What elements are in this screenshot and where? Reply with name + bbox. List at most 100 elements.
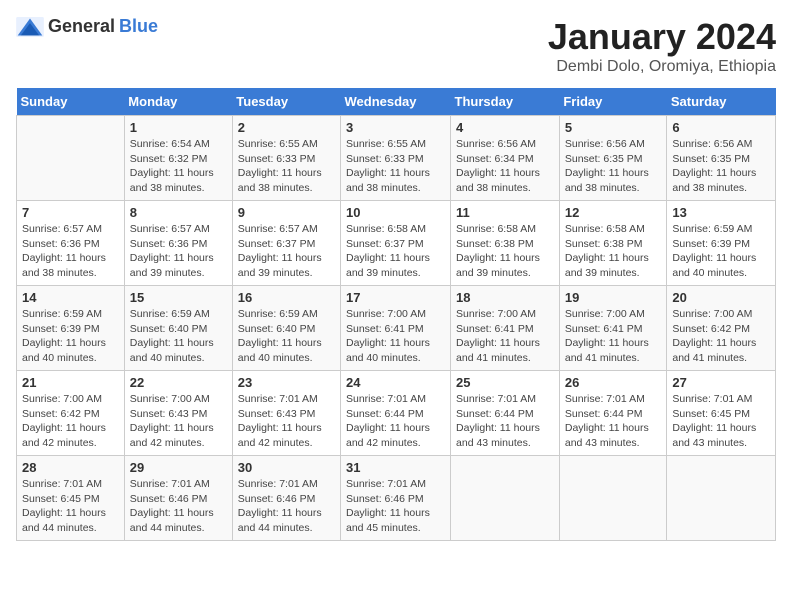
logo-icon — [16, 17, 44, 37]
day-info: Sunrise: 6:57 AM Sunset: 6:37 PM Dayligh… — [238, 222, 335, 281]
day-info: Sunrise: 7:01 AM Sunset: 6:44 PM Dayligh… — [456, 392, 554, 451]
day-number: 24 — [346, 375, 445, 390]
day-number: 15 — [130, 290, 227, 305]
day-number: 27 — [672, 375, 770, 390]
logo-general: General — [48, 16, 115, 37]
day-info: Sunrise: 7:01 AM Sunset: 6:43 PM Dayligh… — [238, 392, 335, 451]
day-info: Sunrise: 7:01 AM Sunset: 6:46 PM Dayligh… — [346, 477, 445, 536]
calendar-cell: 19Sunrise: 7:00 AM Sunset: 6:41 PM Dayli… — [559, 286, 667, 371]
day-info: Sunrise: 7:01 AM Sunset: 6:46 PM Dayligh… — [238, 477, 335, 536]
day-number: 29 — [130, 460, 227, 475]
logo: General Blue — [16, 16, 158, 37]
day-number: 18 — [456, 290, 554, 305]
calendar-week-row: 21 Sunrise: 7:00 AM Sunset: 6:42 PM Dayli… — [17, 371, 776, 456]
calendar-title: January 2024 — [548, 16, 776, 58]
day-info: Sunrise: 6:59 AM Sunset: 6:40 PM Dayligh… — [238, 307, 335, 366]
calendar-cell: 18 Sunrise: 7:00 AM Sunset: 6:41 PM Dayli… — [451, 286, 560, 371]
logo-blue: Blue — [119, 16, 158, 37]
day-info: Sunrise: 6:56 AM Sunset: 6:35 PM Dayligh… — [672, 137, 770, 196]
page-header: General Blue January 2024 Dembi Dolo, Or… — [16, 16, 776, 76]
day-info: Sunrise: 7:00 AM Sunset: 6:42 PM Dayligh… — [672, 307, 770, 366]
day-info: Sunrise: 6:54 AM Sunset: 6:32 PM Dayligh… — [130, 137, 227, 196]
calendar-table: SundayMondayTuesdayWednesdayThursdayFrid… — [16, 88, 776, 541]
day-header-sunday: Sunday — [17, 88, 125, 116]
calendar-cell: 4 Sunrise: 6:56 AM Sunset: 6:34 PM Daylig… — [451, 116, 560, 201]
calendar-cell: 13Sunrise: 6:59 AM Sunset: 6:39 PM Dayli… — [667, 201, 776, 286]
calendar-cell: 20 Sunrise: 7:00 AM Sunset: 6:42 PM Dayli… — [667, 286, 776, 371]
day-number: 20 — [672, 290, 770, 305]
calendar-week-row: 1 Sunrise: 6:54 AM Sunset: 6:32 PM Daylig… — [17, 116, 776, 201]
day-number: 23 — [238, 375, 335, 390]
day-number: 16 — [238, 290, 335, 305]
day-header-monday: Monday — [124, 88, 232, 116]
day-number: 1 — [130, 120, 227, 135]
calendar-cell: 1 Sunrise: 6:54 AM Sunset: 6:32 PM Daylig… — [124, 116, 232, 201]
calendar-cell: 6Sunrise: 6:56 AM Sunset: 6:35 PM Daylig… — [667, 116, 776, 201]
day-number: 12 — [565, 205, 662, 220]
calendar-cell: 31 Sunrise: 7:01 AM Sunset: 6:46 PM Dayli… — [341, 456, 451, 541]
day-info: Sunrise: 6:57 AM Sunset: 6:36 PM Dayligh… — [130, 222, 227, 281]
day-info: Sunrise: 7:00 AM Sunset: 6:42 PM Dayligh… — [22, 392, 119, 451]
day-header-thursday: Thursday — [451, 88, 560, 116]
day-info: Sunrise: 6:55 AM Sunset: 6:33 PM Dayligh… — [238, 137, 335, 196]
day-number: 3 — [346, 120, 445, 135]
calendar-cell: 23 Sunrise: 7:01 AM Sunset: 6:43 PM Dayli… — [232, 371, 340, 456]
day-info: Sunrise: 7:01 AM Sunset: 6:44 PM Dayligh… — [565, 392, 662, 451]
calendar-cell: 30 Sunrise: 7:01 AM Sunset: 6:46 PM Dayli… — [232, 456, 340, 541]
calendar-cell — [17, 116, 125, 201]
day-info: Sunrise: 7:00 AM Sunset: 6:41 PM Dayligh… — [456, 307, 554, 366]
day-info: Sunrise: 6:58 AM Sunset: 6:38 PM Dayligh… — [565, 222, 662, 281]
calendar-cell: 3 Sunrise: 6:55 AM Sunset: 6:33 PM Daylig… — [341, 116, 451, 201]
day-number: 22 — [130, 375, 227, 390]
day-number: 31 — [346, 460, 445, 475]
day-number: 25 — [456, 375, 554, 390]
calendar-week-row: 7Sunrise: 6:57 AM Sunset: 6:36 PM Daylig… — [17, 201, 776, 286]
day-number: 9 — [238, 205, 335, 220]
calendar-cell: 17Sunrise: 7:00 AM Sunset: 6:41 PM Dayli… — [341, 286, 451, 371]
day-info: Sunrise: 7:00 AM Sunset: 6:43 PM Dayligh… — [130, 392, 227, 451]
day-info: Sunrise: 6:59 AM Sunset: 6:39 PM Dayligh… — [22, 307, 119, 366]
day-number: 11 — [456, 205, 554, 220]
calendar-header-row: SundayMondayTuesdayWednesdayThursdayFrid… — [17, 88, 776, 116]
day-info: Sunrise: 6:58 AM Sunset: 6:37 PM Dayligh… — [346, 222, 445, 281]
calendar-cell: 10 Sunrise: 6:58 AM Sunset: 6:37 PM Dayli… — [341, 201, 451, 286]
day-number: 26 — [565, 375, 662, 390]
calendar-cell: 22 Sunrise: 7:00 AM Sunset: 6:43 PM Dayli… — [124, 371, 232, 456]
day-header-saturday: Saturday — [667, 88, 776, 116]
day-number: 10 — [346, 205, 445, 220]
day-number: 13 — [672, 205, 770, 220]
calendar-cell: 28 Sunrise: 7:01 AM Sunset: 6:45 PM Dayli… — [17, 456, 125, 541]
calendar-cell: 7Sunrise: 6:57 AM Sunset: 6:36 PM Daylig… — [17, 201, 125, 286]
calendar-cell: 26 Sunrise: 7:01 AM Sunset: 6:44 PM Dayli… — [559, 371, 667, 456]
day-info: Sunrise: 6:56 AM Sunset: 6:34 PM Dayligh… — [456, 137, 554, 196]
day-number: 30 — [238, 460, 335, 475]
day-info: Sunrise: 6:58 AM Sunset: 6:38 PM Dayligh… — [456, 222, 554, 281]
day-number: 28 — [22, 460, 119, 475]
title-section: January 2024 Dembi Dolo, Oromiya, Ethiop… — [548, 16, 776, 76]
calendar-cell: 11 Sunrise: 6:58 AM Sunset: 6:38 PM Dayli… — [451, 201, 560, 286]
calendar-cell: 27Sunrise: 7:01 AM Sunset: 6:45 PM Dayli… — [667, 371, 776, 456]
day-info: Sunrise: 7:00 AM Sunset: 6:41 PM Dayligh… — [346, 307, 445, 366]
calendar-week-row: 14Sunrise: 6:59 AM Sunset: 6:39 PM Dayli… — [17, 286, 776, 371]
day-info: Sunrise: 7:01 AM Sunset: 6:44 PM Dayligh… — [346, 392, 445, 451]
day-info: Sunrise: 7:00 AM Sunset: 6:41 PM Dayligh… — [565, 307, 662, 366]
calendar-cell: 25 Sunrise: 7:01 AM Sunset: 6:44 PM Dayli… — [451, 371, 560, 456]
calendar-cell: 16 Sunrise: 6:59 AM Sunset: 6:40 PM Dayli… — [232, 286, 340, 371]
day-number: 4 — [456, 120, 554, 135]
calendar-cell: 2Sunrise: 6:55 AM Sunset: 6:33 PM Daylig… — [232, 116, 340, 201]
calendar-cell: 21 Sunrise: 7:00 AM Sunset: 6:42 PM Dayli… — [17, 371, 125, 456]
day-info: Sunrise: 7:01 AM Sunset: 6:46 PM Dayligh… — [130, 477, 227, 536]
day-number: 21 — [22, 375, 119, 390]
day-header-wednesday: Wednesday — [341, 88, 451, 116]
day-info: Sunrise: 7:01 AM Sunset: 6:45 PM Dayligh… — [22, 477, 119, 536]
calendar-cell — [559, 456, 667, 541]
day-header-tuesday: Tuesday — [232, 88, 340, 116]
calendar-cell: 9 Sunrise: 6:57 AM Sunset: 6:37 PM Daylig… — [232, 201, 340, 286]
calendar-cell: 29 Sunrise: 7:01 AM Sunset: 6:46 PM Dayli… — [124, 456, 232, 541]
calendar-cell: 12 Sunrise: 6:58 AM Sunset: 6:38 PM Dayli… — [559, 201, 667, 286]
calendar-cell: 5Sunrise: 6:56 AM Sunset: 6:35 PM Daylig… — [559, 116, 667, 201]
calendar-week-row: 28 Sunrise: 7:01 AM Sunset: 6:45 PM Dayli… — [17, 456, 776, 541]
day-info: Sunrise: 6:55 AM Sunset: 6:33 PM Dayligh… — [346, 137, 445, 196]
calendar-cell: 14Sunrise: 6:59 AM Sunset: 6:39 PM Dayli… — [17, 286, 125, 371]
calendar-cell: 15Sunrise: 6:59 AM Sunset: 6:40 PM Dayli… — [124, 286, 232, 371]
